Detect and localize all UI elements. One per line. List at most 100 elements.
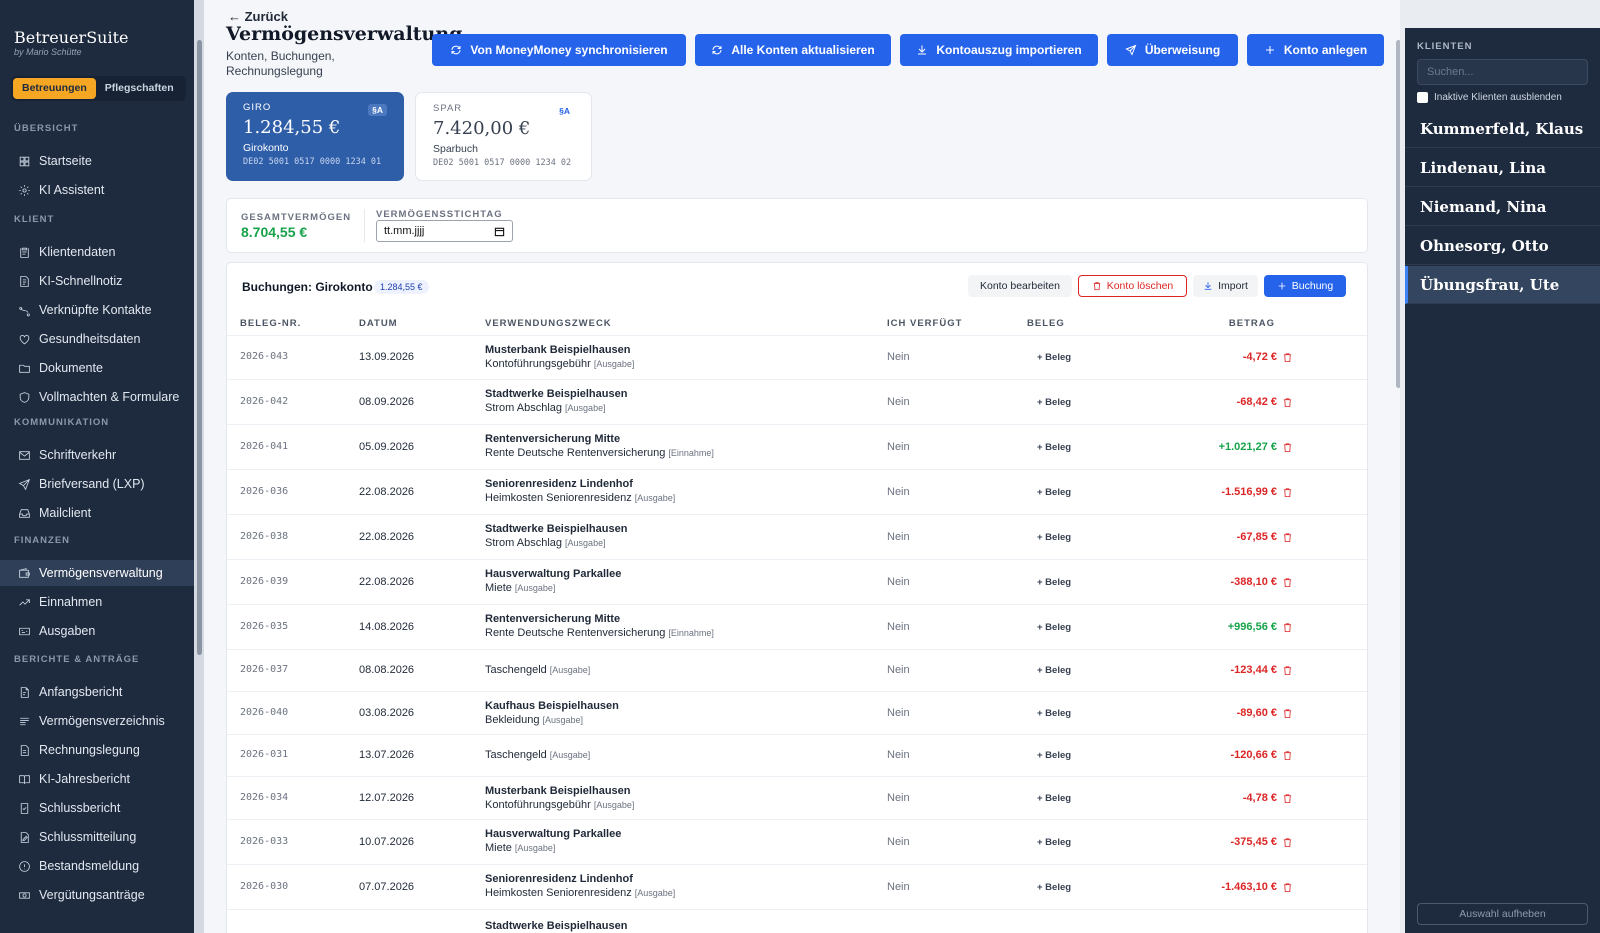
date-input[interactable]: tt.mm.jjjj: [376, 220, 513, 242]
add-beleg-button[interactable]: + Beleg: [1037, 708, 1071, 719]
client-item[interactable]: Kummerfeld, Klaus: [1405, 110, 1600, 148]
sync-moneymoney-button[interactable]: Von MoneyMoney synchronisieren: [432, 34, 686, 66]
sidebar-item-mailclient[interactable]: Mailclient: [0, 500, 194, 526]
trash-icon[interactable]: [1282, 442, 1293, 453]
account-card-giro[interactable]: GIRO §A 1.284,55 € Girokonto DE02 5001 0…: [226, 92, 404, 181]
table-row[interactable]: 2026-042 08.09.2026 Stadtwerke Beispielhau…: [227, 379, 1367, 424]
trash-icon[interactable]: [1282, 532, 1293, 543]
trash-icon[interactable]: [1282, 397, 1293, 408]
sidebar-item-ki-jahresbericht[interactable]: KI-Jahresbericht: [0, 766, 194, 792]
add-beleg-button[interactable]: + Beleg: [1037, 882, 1071, 893]
trash-icon[interactable]: [1282, 352, 1293, 363]
table-row[interactable]: 2026-031 13.07.2026 Taschengeld [Ausgabe] Ne…: [227, 734, 1367, 779]
trash-icon[interactable]: [1282, 750, 1293, 761]
client-item[interactable]: Ohnesorg, Otto: [1405, 227, 1600, 265]
table-row[interactable]: Stadtwerke Beispielhausen: [227, 909, 1367, 933]
add-beleg-button[interactable]: + Beleg: [1037, 442, 1071, 453]
add-beleg-button[interactable]: + Beleg: [1037, 837, 1071, 848]
table-row[interactable]: 2026-038 22.08.2026 Stadtwerke Beispielhau…: [227, 514, 1367, 559]
sidebar-item-einnahmen[interactable]: Einnahmen: [0, 589, 194, 615]
table-row[interactable]: 2026-030 07.07.2026 Seniorenresidenz Linde…: [227, 864, 1367, 909]
sidebar-item-verguetungsantraege[interactable]: Vergütungsanträge: [0, 882, 194, 908]
mode-tab-betreuungen[interactable]: Betreuungen: [13, 78, 96, 99]
mode-tab-pflegschaften[interactable]: Pflegschaften: [96, 78, 183, 99]
import-button[interactable]: Import: [1193, 275, 1258, 297]
main-scrollbar[interactable]: [1396, 40, 1400, 388]
table-row[interactable]: 2026-033 10.07.2026 Hausverwaltung Parkall…: [227, 819, 1367, 864]
sidebar-item-klientendaten[interactable]: Klientendaten: [0, 239, 194, 265]
sidebar-item-bestandsmeldung[interactable]: Bestandsmeldung: [0, 853, 194, 879]
client-search-input[interactable]: Suchen...: [1417, 59, 1588, 85]
sidebar-item-gesundheitsdaten[interactable]: Gesundheitsdaten: [0, 326, 194, 352]
col-header-datum[interactable]: DATUM: [359, 318, 398, 329]
sidebar-item-startseite[interactable]: Startseite: [0, 148, 194, 174]
checkbox-box[interactable]: [1417, 92, 1428, 103]
client-item[interactable]: Lindenau, Lina: [1405, 149, 1600, 187]
edit-account-button[interactable]: Konto bearbeiten: [968, 275, 1072, 297]
clear-selection-button[interactable]: Auswahl aufheben: [1417, 903, 1588, 925]
table-row[interactable]: 2026-041 05.09.2026 Rentenversicherung Mit…: [227, 424, 1367, 469]
refresh-accounts-button[interactable]: Alle Konten aktualisieren: [695, 34, 891, 66]
add-booking-button[interactable]: Buchung: [1264, 275, 1346, 297]
create-account-button[interactable]: Konto anlegen: [1247, 34, 1384, 66]
sidebar-item-schriftverkehr[interactable]: Schriftverkehr: [0, 442, 194, 468]
sidebar-item-vermoegensverwaltung[interactable]: Vermögensverwaltung: [0, 560, 194, 586]
col-header-ich-verfuegt[interactable]: ICH VERFÜGT: [887, 318, 962, 329]
sidebar-item-anfangsbericht[interactable]: Anfangsbericht: [0, 679, 194, 705]
delete-account-button[interactable]: Konto löschen: [1078, 275, 1187, 297]
app-byline: by Mario Schütte: [14, 47, 82, 57]
sidebar-item-ki-schnellnotiz[interactable]: KI-Schnellnotiz: [0, 268, 194, 294]
add-beleg-button[interactable]: + Beleg: [1037, 750, 1071, 761]
table-row[interactable]: 2026-037 08.08.2026 Taschengeld [Ausgabe] Ne…: [227, 649, 1367, 694]
account-card-spar[interactable]: SPAR §A 7.420,00 € Sparbuch DE02 5001 05…: [415, 92, 592, 181]
col-header-verwendungszweck[interactable]: VERWENDUNGSZWECK: [485, 318, 612, 329]
booking-payee: Kaufhaus Beispielhausen: [485, 700, 619, 712]
sidebar-item-dokumente[interactable]: Dokumente: [0, 355, 194, 381]
add-beleg-button[interactable]: + Beleg: [1037, 352, 1071, 363]
add-beleg-button[interactable]: + Beleg: [1037, 532, 1071, 543]
col-header-betrag[interactable]: BETRAG: [1229, 318, 1275, 329]
delete-account-label: Konto löschen: [1106, 280, 1174, 292]
trash-icon[interactable]: [1282, 793, 1293, 804]
table-row[interactable]: 2026-039 22.08.2026 Hausverwaltung Parkall…: [227, 559, 1367, 604]
trash-icon[interactable]: [1282, 837, 1293, 848]
add-beleg-button[interactable]: + Beleg: [1037, 577, 1071, 588]
account-badge: §A: [368, 104, 387, 116]
sidebar-item-schlussmitteilung[interactable]: Schlussmitteilung: [0, 824, 194, 850]
sidebar-item-rechnungslegung[interactable]: Rechnungslegung: [0, 737, 194, 763]
add-beleg-button[interactable]: + Beleg: [1037, 622, 1071, 633]
trash-icon[interactable]: [1282, 882, 1293, 893]
sidebar-item-schlussbericht[interactable]: Schlussbericht: [0, 795, 194, 821]
add-beleg-button[interactable]: + Beleg: [1037, 793, 1071, 804]
add-beleg-button[interactable]: + Beleg: [1037, 397, 1071, 408]
client-item[interactable]: Übungsfrau, Ute: [1405, 266, 1600, 304]
import-statement-button[interactable]: Kontoauszug importieren: [900, 34, 1098, 66]
sidebar-item-verknuepfte-kontakte[interactable]: Verknüpfte Kontakte: [0, 297, 194, 323]
trash-icon[interactable]: [1282, 622, 1293, 633]
sidebar-scrollbar[interactable]: [197, 40, 202, 655]
trash-icon[interactable]: [1282, 708, 1293, 719]
ich-verfuegt: Nein: [887, 576, 910, 588]
hide-inactive-checkbox[interactable]: Inaktive Klienten ausblenden: [1417, 92, 1562, 103]
table-row[interactable]: 2026-040 03.08.2026 Kaufhaus Beispielhause…: [227, 691, 1367, 736]
trash-icon[interactable]: [1282, 487, 1293, 498]
back-link[interactable]: ← Zurück: [228, 9, 288, 24]
table-row[interactable]: 2026-043 13.09.2026 Musterbank Beispielhau…: [227, 335, 1367, 380]
add-beleg-button[interactable]: + Beleg: [1037, 665, 1071, 676]
sidebar-item-ausgaben[interactable]: Ausgaben: [0, 618, 194, 644]
trash-icon[interactable]: [1282, 665, 1293, 676]
transfer-button[interactable]: Überweisung: [1107, 34, 1238, 66]
client-item[interactable]: Niemand, Nina: [1405, 188, 1600, 226]
sidebar-item-briefversand-lxp[interactable]: Briefversand (LXP): [0, 471, 194, 497]
col-header-beleg-nr[interactable]: BELEG-NR.: [240, 318, 301, 329]
sidebar-item-vollmachten-formulare[interactable]: Vollmachten & Formulare: [0, 384, 194, 410]
sidebar-item-vermoegensverzeichnis[interactable]: Vermögensverzeichnis: [0, 708, 194, 734]
col-header-beleg[interactable]: BELEG: [1027, 318, 1065, 329]
table-row[interactable]: 2026-034 12.07.2026 Musterbank Beispielhau…: [227, 776, 1367, 821]
booking-purpose-text: Taschengeld: [485, 749, 547, 761]
sidebar-item-ki-assistent[interactable]: KI Assistent: [0, 177, 194, 203]
table-row[interactable]: 2026-036 22.08.2026 Seniorenresidenz Linde…: [227, 469, 1367, 514]
add-beleg-button[interactable]: + Beleg: [1037, 487, 1071, 498]
table-row[interactable]: 2026-035 14.08.2026 Rentenversicherung Mit…: [227, 604, 1367, 649]
trash-icon[interactable]: [1282, 577, 1293, 588]
